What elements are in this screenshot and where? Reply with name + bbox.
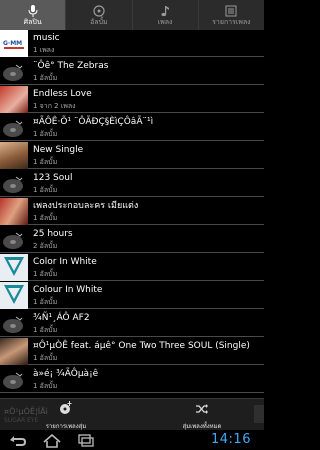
- tab-label: รายการเพลง: [212, 17, 251, 26]
- list-item[interactable]: ¾Ñ¹¸ÁÔ AF2 1 อัลบั้ม: [0, 310, 264, 337]
- artist-thumbnail: [0, 338, 28, 365]
- artist-name: ¤Ô¹µÒÊ feat. áµê° One Two Three SOUL (Si…: [33, 341, 250, 351]
- artist-thumbnail: [0, 198, 28, 225]
- artist-name: Endless Love: [33, 89, 92, 99]
- artist-thumbnail: [0, 282, 28, 309]
- artist-count: 1 อัลบั้ม: [33, 382, 58, 390]
- artist-count: 1 จาก 2 เพลง: [33, 102, 76, 110]
- shuffle-all-label: สุ่มเพลงทั้งหมด: [182, 422, 222, 430]
- list-item[interactable]: ¤ÃÔÊ·Õ¹ ¨ÔÃÐÇ§ÈìÇÔâÃ¨¹ì 1 อัลบั้ม: [0, 114, 264, 141]
- artist-count: 1 อัลบั้ม: [33, 130, 58, 138]
- list-item[interactable]: à»é¡ ¾ÃÔµà¡ê 1 อัลบั้ม: [0, 366, 264, 393]
- artist-count: 1 อัลบั้ม: [33, 214, 58, 222]
- artist-count: 1 อัลบั้ม: [33, 326, 58, 334]
- artist-name: Colour In White: [33, 285, 103, 295]
- home-icon[interactable]: [42, 433, 62, 450]
- tab-label: เพลง: [157, 17, 173, 26]
- list-item[interactable]: G·MM music 1 เพลง: [0, 30, 264, 57]
- tab-bar: ศิลปิน อัลบั้ม เพลง รายการเพลง: [0, 0, 264, 30]
- artist-count: 1 อัลบั้ม: [33, 354, 58, 362]
- artist-name: ¾Ñ¹¸ÁÔ AF2: [33, 313, 90, 323]
- artist-count: 1 อัลบั้ม: [33, 74, 58, 82]
- tab-songs[interactable]: เพลง: [133, 0, 199, 30]
- artist-count: 1 เพลง: [33, 46, 55, 54]
- list-item[interactable]: ¨Ôê° The Zebras 1 อัลบั้ม: [0, 58, 264, 85]
- party-shuffle-icon: [59, 400, 73, 419]
- default-disc-icon: [0, 170, 28, 197]
- shuffle-all-button[interactable]: สุ่มเพลงทั้งหมด: [168, 399, 236, 431]
- artist-thumbnail: G·MM: [0, 30, 28, 57]
- artist-count: 1 อัลบั้ม: [33, 186, 58, 194]
- default-disc-icon: [0, 310, 28, 337]
- music-note-icon: [158, 5, 172, 17]
- artist-name: New Single: [33, 145, 84, 155]
- artist-name: Color In White: [33, 257, 97, 267]
- default-disc-icon: [0, 226, 28, 253]
- artist-count: 1 อัลบั้ม: [33, 270, 58, 278]
- scroll-edge: [254, 405, 264, 423]
- artist-count: 1 อัลบั้ม: [33, 158, 58, 166]
- playlist-icon: [224, 5, 238, 17]
- artist-thumbnail: [0, 254, 28, 281]
- artist-count: 1 อัลบั้ม: [33, 298, 58, 306]
- tab-label: ศิลปิน: [23, 17, 42, 26]
- tab-artists[interactable]: ศิลปิน: [0, 0, 67, 30]
- back-icon[interactable]: [8, 433, 28, 450]
- system-bar: 14:16: [0, 430, 264, 450]
- list-item[interactable]: Color In White 1 อัลบั้ม: [0, 254, 264, 281]
- party-shuffle-label: รายการเพลงสุ่ม: [45, 422, 87, 430]
- microphone-icon: [26, 4, 40, 17]
- artist-thumbnail: [0, 86, 28, 113]
- artist-thumbnail: [0, 142, 28, 169]
- tab-label: อัลบั้ม: [90, 17, 108, 26]
- shuffle-icon: [195, 400, 209, 419]
- list-item[interactable]: Colour In White 1 อัลบั้ม: [0, 282, 264, 309]
- list-item[interactable]: 123 Soul 1 อัลบั้ม: [0, 170, 264, 197]
- list-item[interactable]: New Single 1 อัลบั้ม: [0, 142, 264, 169]
- tab-albums[interactable]: อัลบั้ม: [66, 0, 133, 30]
- artist-name: à»é¡ ¾ÃÔµà¡ê: [33, 369, 99, 379]
- list-item[interactable]: เพลงประกอบละคร เมียแต่ง 1 อัลบั้ม: [0, 198, 264, 225]
- artist-name: เพลงประกอบละคร เมียแต่ง: [33, 201, 139, 211]
- artist-name: 123 Soul: [33, 173, 73, 183]
- default-disc-icon: [0, 114, 28, 141]
- party-shuffle-button[interactable]: รายการเพลงสุ่ม: [35, 399, 97, 431]
- bottom-action-bar: ¤Ô¹µÒÊ¦ÍÃì SUGAR EYE รายการเพลงสุ่ม สุ่ม…: [0, 398, 264, 430]
- artist-count: 2 อัลบั้ม: [33, 242, 58, 250]
- list-item[interactable]: ¤Ô¹µÒÊ feat. áµê° One Two Three SOUL (Si…: [0, 338, 264, 365]
- list-item[interactable]: Endless Love 1 จาก 2 เพลง: [0, 86, 264, 113]
- default-disc-icon: [0, 58, 28, 85]
- disc-icon: [92, 4, 106, 17]
- artist-list[interactable]: G·MM music 1 เพลง ¨Ôê° The Zebras 1 อัลบ…: [0, 30, 264, 398]
- clock: 14:16: [211, 432, 251, 447]
- now-playing-artist: SUGAR EYE: [4, 417, 39, 424]
- tab-playlists[interactable]: รายการเพลง: [199, 0, 264, 30]
- list-item[interactable]: 25 hours 2 อัลบั้ม: [0, 226, 264, 253]
- artist-name: ¨Ôê° The Zebras: [33, 61, 109, 71]
- svg-text:G·MM: G·MM: [3, 40, 22, 47]
- artist-name: music: [33, 33, 60, 43]
- artist-name: ¤ÃÔÊ·Õ¹ ¨ÔÃÐÇ§ÈìÇÔâÃ¨¹ì: [33, 117, 154, 127]
- artist-name: 25 hours: [33, 229, 73, 239]
- recent-apps-icon[interactable]: [76, 433, 96, 450]
- default-disc-icon: [0, 366, 28, 393]
